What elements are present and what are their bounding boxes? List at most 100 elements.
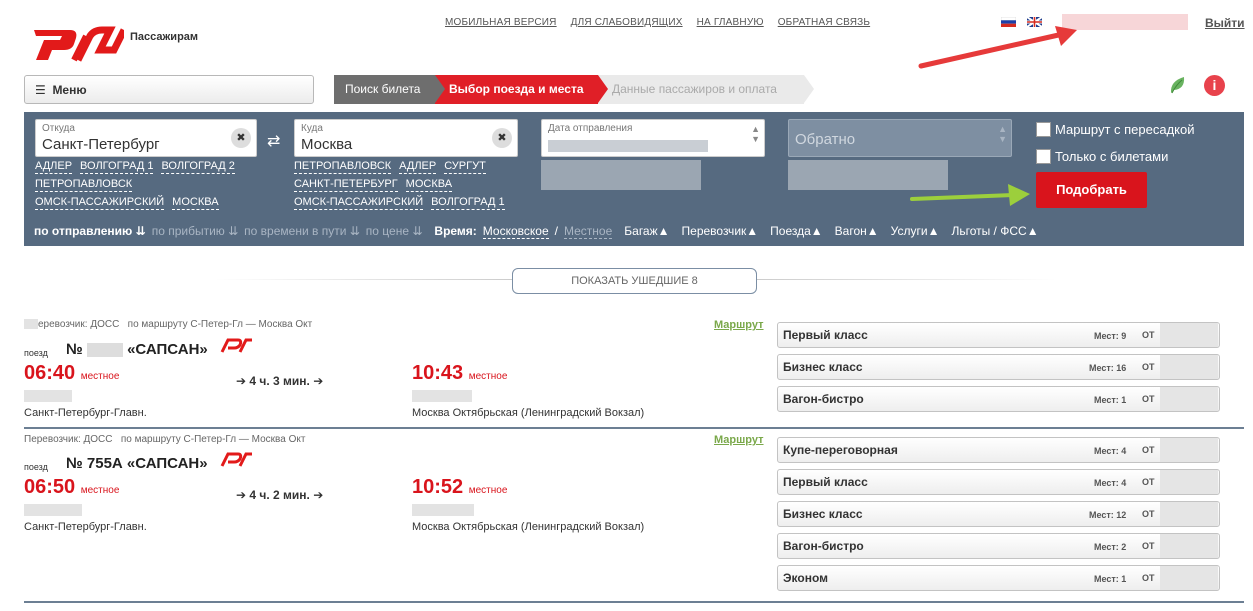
from-field[interactable]: Откуда Санкт-Петербург ✖ [35, 119, 257, 157]
filter-trains[interactable]: Поезда▲ [770, 224, 823, 239]
arrival-time: 10:43 местное [412, 362, 508, 384]
price-redacted [1160, 470, 1218, 494]
price-redacted [1160, 323, 1218, 347]
train-divider [24, 427, 1244, 429]
train-divider [24, 601, 1244, 603]
divider-left [215, 279, 512, 280]
show-departed-button[interactable]: ПОКАЗАТЬ УШЕДШИЕ 8 [512, 268, 757, 294]
route-link[interactable]: Маршрут [714, 319, 764, 331]
clear-from-icon[interactable]: ✖ [231, 128, 251, 148]
departure-date-field[interactable]: Дата отправления ▲ ▼ [541, 119, 765, 157]
return-spinner-icon[interactable]: ▲ ▼ [998, 124, 1007, 144]
car-class-option[interactable]: Купе-переговорная Мест: 4 ОТ [777, 437, 1220, 463]
annotation-green-arrow-icon [910, 184, 1030, 206]
car-class-option[interactable]: Эконом Мест: 1 ОТ [777, 565, 1220, 591]
with-transfer-option[interactable]: Маршрут с пересадкой [1036, 122, 1195, 137]
to-suggestion[interactable]: ОМСК-ПАССАЖИРСКИЙ [294, 195, 424, 210]
rzd-mini-logo-icon [220, 452, 252, 467]
from-suggestion[interactable]: ОМСК-ПАССАЖИРСКИЙ [35, 195, 165, 210]
hamburger-icon: ☰ [35, 83, 46, 97]
train-label: поезд [24, 462, 48, 472]
search-submit-button[interactable]: Подобрать [1036, 172, 1147, 208]
filter-wagon[interactable]: Вагон▲ [835, 224, 879, 239]
to-suggestion[interactable]: СУРГУТ [444, 159, 486, 174]
travel-duration: ➔ 4 ч. 2 мин. ➔ [236, 488, 324, 502]
to-suggestion[interactable]: ПЕТРОПАВЛОВСК [294, 159, 392, 174]
filter-baggage[interactable]: Багаж▲ [624, 224, 669, 239]
only-with-tickets-checkbox[interactable] [1036, 149, 1051, 164]
step-search[interactable]: Поиск билета [334, 75, 445, 104]
only-with-tickets-label: Только с билетами [1055, 149, 1169, 164]
menu-button[interactable]: ☰ Меню [24, 75, 314, 104]
time-moscow-toggle[interactable]: Московское [482, 224, 549, 239]
to-suggestion[interactable]: САНКТ-ПЕТЕРБУРГ [294, 177, 398, 192]
step-select-train-label: Выбор поезда и места [449, 82, 584, 96]
sort-by-departure[interactable]: по отправлению ⇊ [34, 224, 146, 239]
to-suggestions: ПЕТРОПАВЛОВСК АДЛЕР СУРГУТ САНКТ-ПЕТЕРБУРГ… [294, 157, 534, 211]
clear-to-icon[interactable]: ✖ [492, 128, 512, 148]
return-date-field[interactable]: Обратно ▲ ▼ [788, 119, 1012, 157]
link-accessibility[interactable]: ДЛЯ СЛАБОВИДЯЩИХ [571, 17, 683, 28]
car-class-option[interactable]: Вагон-бистро Мест: 1 ОТ [777, 386, 1220, 412]
step-search-label: Поиск билета [345, 82, 421, 96]
rzd-logo[interactable] [30, 22, 124, 64]
departure-station: Санкт-Петербург-Главн. [24, 521, 147, 533]
carrier-info: еревозчик: ДОСС по маршруту С-Петер-Гл —… [38, 319, 313, 330]
price-redacted [1160, 566, 1218, 590]
car-class-option[interactable]: Первый класс Мест: 9 ОТ [777, 322, 1220, 348]
logo-caption: Пассажирам [130, 31, 199, 43]
car-class-option[interactable]: Бизнес класс Мест: 12 ОТ [777, 501, 1220, 527]
to-suggestion[interactable]: АДЛЕР [399, 159, 437, 174]
link-home[interactable]: НА ГЛАВНУЮ [697, 17, 764, 28]
car-class-option[interactable]: Вагон-бистро Мест: 2 ОТ [777, 533, 1220, 559]
date-spinner-icon[interactable]: ▲ ▼ [751, 124, 760, 144]
sort-by-arrival[interactable]: по прибытию ⇊ [152, 224, 238, 239]
from-value[interactable]: Санкт-Петербург [42, 136, 160, 153]
link-feedback[interactable]: ОБРАТНАЯ СВЯЗЬ [778, 17, 870, 28]
filter-carrier[interactable]: Перевозчик▲ [682, 224, 759, 239]
logout-link[interactable]: Выйти [1205, 16, 1245, 30]
car-class-option[interactable]: Бизнес класс Мест: 16 ОТ [777, 354, 1220, 380]
user-name-redacted[interactable] [1062, 14, 1188, 30]
with-transfer-label: Маршрут с пересадкой [1055, 122, 1195, 137]
price-redacted [1160, 355, 1218, 379]
sort-by-travel-time[interactable]: по времени в пути ⇊ [244, 224, 360, 239]
from-suggestions: АДЛЕР ВОЛГОГРАД 1 ВОЛГОГРАД 2 ПЕТРОПАВЛОВС… [35, 157, 265, 211]
with-transfer-checkbox[interactable] [1036, 122, 1051, 137]
time-local-toggle[interactable]: Местное [563, 224, 613, 239]
filter-services[interactable]: Услуги▲ [891, 224, 940, 239]
swap-direction-icon[interactable]: ⇄ [267, 131, 280, 151]
search-panel: Откуда Санкт-Петербург ✖ ⇄ Куда Москва ✖… [24, 112, 1244, 246]
to-field[interactable]: Куда Москва ✖ [294, 119, 518, 157]
eco-leaf-icon[interactable] [1168, 75, 1186, 95]
from-suggestion[interactable]: ПЕТРОПАВЛОВСК [35, 177, 133, 192]
to-suggestion[interactable]: ВОЛГОГРАД 1 [431, 195, 505, 210]
arrival-station: Москва Октябрьская (Ленинградский Вокзал… [412, 521, 645, 533]
divider-right [757, 279, 1057, 280]
annotation-red-arrow-icon [918, 26, 1077, 69]
link-mobile-version[interactable]: МОБИЛЬНАЯ ВЕРСИЯ [445, 17, 557, 28]
from-suggestion[interactable]: ВОЛГОГРАД 1 [80, 159, 154, 174]
from-label: Откуда [42, 123, 75, 134]
from-suggestion[interactable]: МОСКВА [172, 195, 219, 210]
from-suggestion[interactable]: АДЛЕР [35, 159, 73, 174]
time-separator: / [554, 224, 558, 238]
rzd-mini-logo-icon [220, 338, 252, 353]
price-redacted [1160, 438, 1218, 462]
booking-steps: Поиск билета Выбор поезда и места Данные… [334, 75, 814, 104]
sort-bar: по отправлению ⇊ по прибытию ⇊ по времен… [34, 224, 1039, 239]
departure-time: 06:40 местное [24, 362, 120, 384]
filter-benefits[interactable]: Льготы / ФСС▲ [951, 224, 1038, 239]
departure-time: 06:50 местное [24, 476, 120, 498]
to-suggestion[interactable]: МОСКВА [405, 177, 453, 192]
only-with-tickets-option[interactable]: Только с билетами [1036, 149, 1168, 164]
departure-date-label: Дата отправления [548, 123, 633, 134]
car-class-option[interactable]: Первый класс Мест: 4 ОТ [777, 469, 1220, 495]
from-suggestion[interactable]: ВОЛГОГРАД 2 [161, 159, 235, 174]
route-link[interactable]: Маршрут [714, 434, 764, 446]
departure-station: Санкт-Петербург-Главн. [24, 407, 147, 419]
to-value[interactable]: Москва [301, 136, 352, 153]
sort-by-price[interactable]: по цене ⇊ [366, 224, 423, 239]
info-icon[interactable]: i [1204, 75, 1225, 96]
dep-date-redacted [24, 390, 72, 402]
